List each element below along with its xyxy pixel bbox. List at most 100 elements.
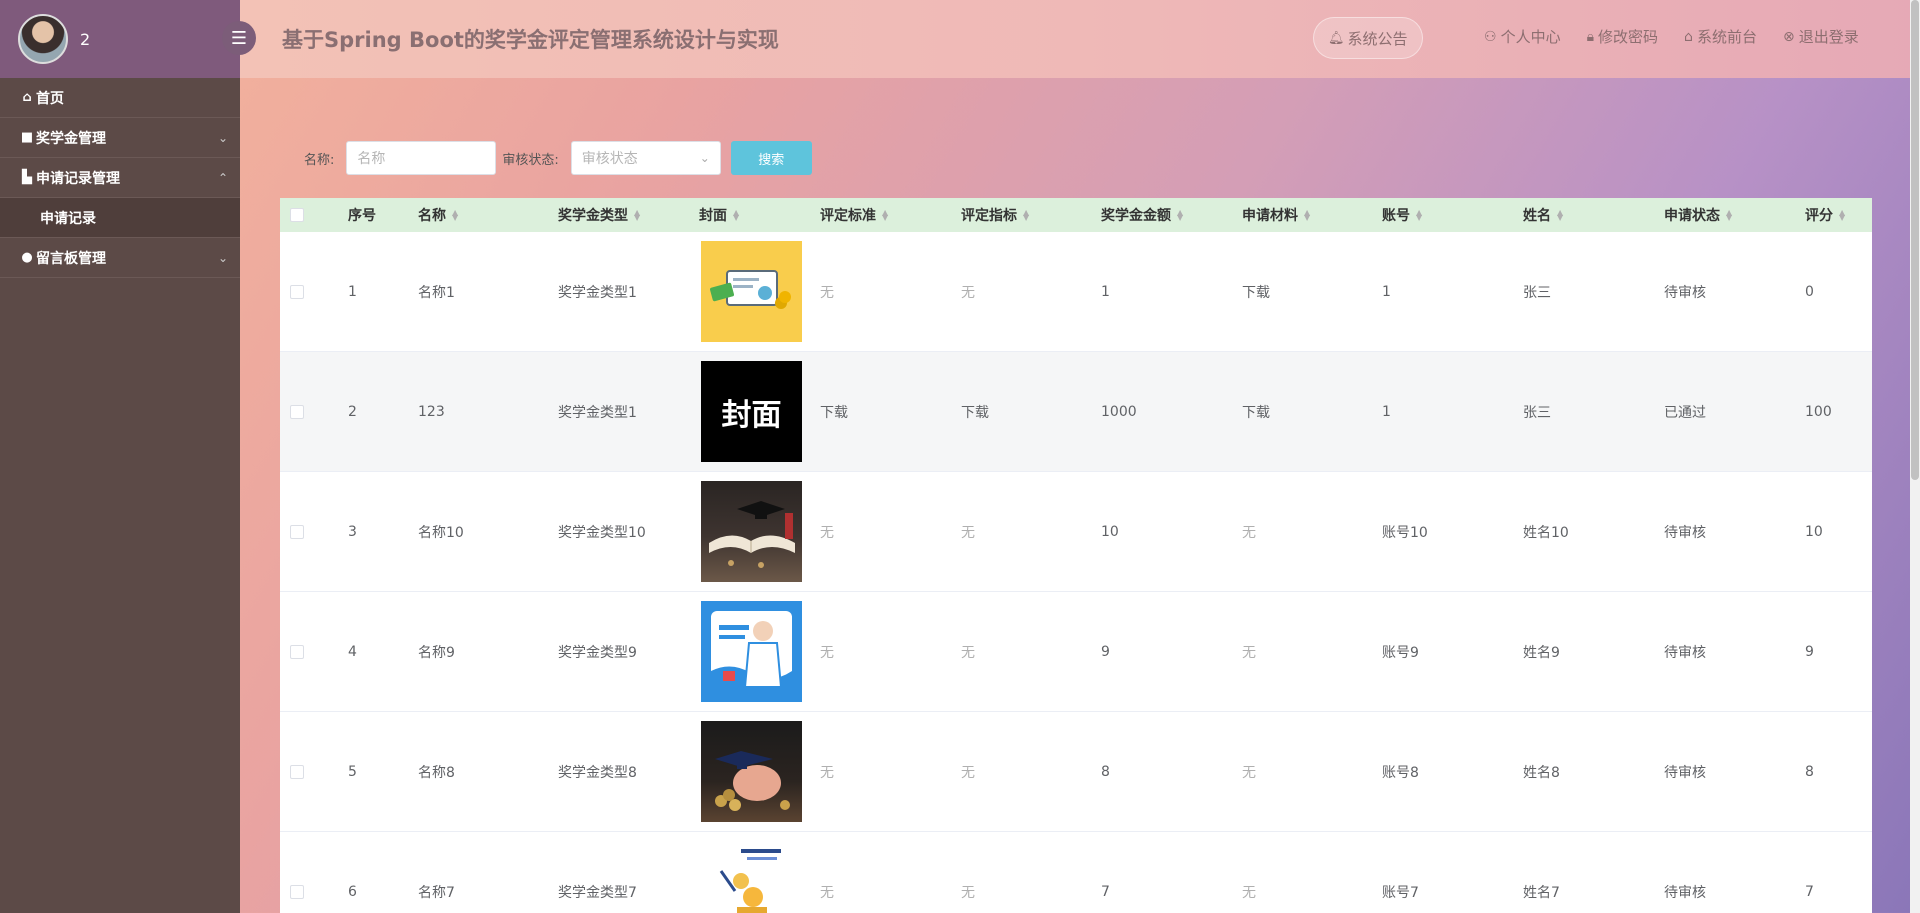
change-password-link[interactable]: 🔒︎ 修改密码 [1587,26,1658,47]
cell-realname: 姓名7 [1523,884,1560,901]
scrollbar-thumb[interactable] [1911,0,1919,480]
sort-icon[interactable]: ▲ ▼ [882,209,888,222]
select-all-checkbox[interactable] [290,208,304,222]
sort-icon[interactable]: ▲ ▼ [1416,209,1422,222]
page-scrollbar[interactable] [1910,0,1920,913]
sort-icon[interactable]: ▲ ▼ [1023,209,1029,222]
chevron-down-icon: ⌄ [217,250,228,265]
cell-index-download-link[interactable]: 下载 [947,402,1087,422]
row-select-cell [280,764,334,779]
col-label: 账号 [1382,208,1410,224]
cell-type: 奖学金类型1 [558,404,637,421]
sort-icon[interactable]: ▲ ▼ [733,209,739,222]
status-select[interactable]: 审核状态 ⌄ [570,141,721,175]
table-row[interactable]: 1 名称1 奖学金类型1 无 无 1 下载 1 张三 待审核 0 [280,232,1872,352]
row-checkbox[interactable] [290,764,304,779]
search-bar: 名称: 名称 审核状态: 审核状态 ⌄ 搜索 [304,141,812,175]
sidebar-item-label: 留言板管理 [36,250,106,267]
row-select-cell [280,284,334,299]
search-button[interactable]: 搜索 [730,141,812,175]
sort-icon[interactable]: ▲ ▼ [634,209,640,222]
sidebar-item-messages[interactable]: ● 留言板管理 ⌄ [0,238,240,278]
col-realname[interactable]: 姓名 ▲ ▼ [1509,205,1650,225]
col-material[interactable]: 申请材料 ▲ ▼ [1228,205,1368,225]
lock-icon: 🔒︎ [1586,28,1595,45]
col-label: 奖学金类型 [558,208,628,224]
cover-image-book[interactable] [701,481,802,582]
col-type[interactable]: 奖学金类型 ▲ ▼ [544,205,685,225]
sort-icon[interactable]: ▲ ▼ [1839,209,1845,222]
sort-icon[interactable]: ▲ ▼ [452,209,458,222]
cell-type: 奖学金类型9 [558,644,637,661]
name-search-input[interactable]: 名称 [346,141,497,175]
row-checkbox[interactable] [290,404,304,419]
col-label: 奖学金金额 [1101,208,1171,224]
bell-icon: 🔔︎ [1328,30,1345,46]
profile-label: 个人中心 [1500,28,1561,46]
sidebar-item-label: 首页 [36,90,64,107]
cell-name: 名称7 [418,884,455,901]
cover-image-piggy-bank[interactable] [701,721,802,822]
row-select-cell [280,644,334,659]
col-label: 封面 [699,208,727,224]
notice-button[interactable]: 🔔︎ 系统公告 [1313,17,1423,59]
cell-no: 3 [348,523,357,540]
table-row[interactable]: 4 名称9 奖学金类型9 无 无 9 无 账号9 姓名9 待审核 9 [280,592,1872,712]
col-label: 评定指标 [961,208,1017,224]
cell-material: 无 [1242,884,1256,901]
cell-status: 待审核 [1664,884,1706,901]
sort-icon[interactable]: ▲ ▼ [1177,209,1183,222]
piggy-bank-icon [715,751,790,811]
col-index[interactable]: 评定指标 ▲ ▼ [947,205,1087,225]
row-checkbox[interactable] [290,284,304,299]
cell-realname: 姓名9 [1523,644,1560,661]
row-checkbox[interactable] [290,644,304,659]
menu-toggle-icon[interactable]: ☰ [222,21,256,55]
table-row[interactable]: 2 123 奖学金类型1 封面 下载 下载 1000 下载 1 张三 已通过 1… [280,352,1872,472]
notice-label: 系统公告 [1347,29,1408,48]
cell-standard-download-link[interactable]: 下载 [806,402,947,422]
col-status[interactable]: 申请状态 ▲ ▼ [1650,205,1791,225]
sidebar-subitem-application-records[interactable]: 申请记录 [0,198,240,238]
col-account[interactable]: 账号 ▲ ▼ [1368,205,1509,225]
cover-image-health-poster[interactable] [701,601,802,702]
col-label: 序号 [348,208,376,224]
cover-image-coins[interactable] [701,841,802,913]
table-row[interactable]: 6 名称7 奖学金类型7 无 无 7 无 账号7 姓名7 待审核 7 [280,832,1872,913]
cover-image-text[interactable]: 封面 [701,361,802,462]
row-select-cell [280,884,334,899]
sidebar-item-home[interactable]: ⌂ 首页 [0,78,240,118]
cell-score: 8 [1805,763,1814,780]
sort-icon[interactable]: ▲ ▼ [1304,209,1310,222]
home-icon: ⌂ [22,90,32,105]
table-row[interactable]: 5 名称8 奖学金类型8 无 无 8 无 账号8 姓名8 待审核 8 [280,712,1872,832]
avatar[interactable] [18,14,68,64]
frontend-link[interactable]: ⌂ 系统前台 [1684,26,1757,47]
col-label: 申请状态 [1664,208,1720,224]
cover-image-certificate[interactable] [701,241,802,342]
profile-link[interactable]: ⚇ 个人中心 [1484,26,1561,47]
logout-link[interactable]: ⊗ 退出登录 [1783,26,1859,47]
col-standard[interactable]: 评定标准 ▲ ▼ [806,205,947,225]
cell-realname: 姓名8 [1523,764,1560,781]
cell-realname: 姓名10 [1523,524,1569,541]
cell-account: 账号10 [1382,524,1428,541]
col-cover[interactable]: 封面 ▲ ▼ [685,205,806,225]
cell-material-download-link[interactable]: 下载 [1228,282,1368,302]
sort-icon[interactable]: ▲ ▼ [1726,209,1732,222]
book-cap-icon [709,501,795,568]
table-row[interactable]: 3 名称10 奖学金类型10 无 无 10 无 账号10 姓名10 待审核 10 [280,472,1872,592]
cell-no: 2 [348,403,357,420]
message-icon: ● [21,250,33,265]
sort-icon[interactable]: ▲ ▼ [1557,209,1563,222]
sidebar-item-application[interactable]: ▙ 申请记录管理 ⌃ [0,158,240,198]
close-circle-icon: ⊗ [1782,28,1795,45]
cell-material-download-link[interactable]: 下载 [1228,402,1368,422]
col-score[interactable]: 评分 ▲ ▼ [1791,205,1920,225]
row-checkbox[interactable] [290,884,304,899]
col-amount[interactable]: 奖学金金额 ▲ ▼ [1087,205,1228,225]
col-name[interactable]: 名称 ▲ ▼ [404,205,544,225]
sidebar-item-scholarship[interactable]: ■ 奖学金管理 ⌄ [0,118,240,158]
col-no: 序号 [334,205,404,225]
row-checkbox[interactable] [290,524,304,539]
